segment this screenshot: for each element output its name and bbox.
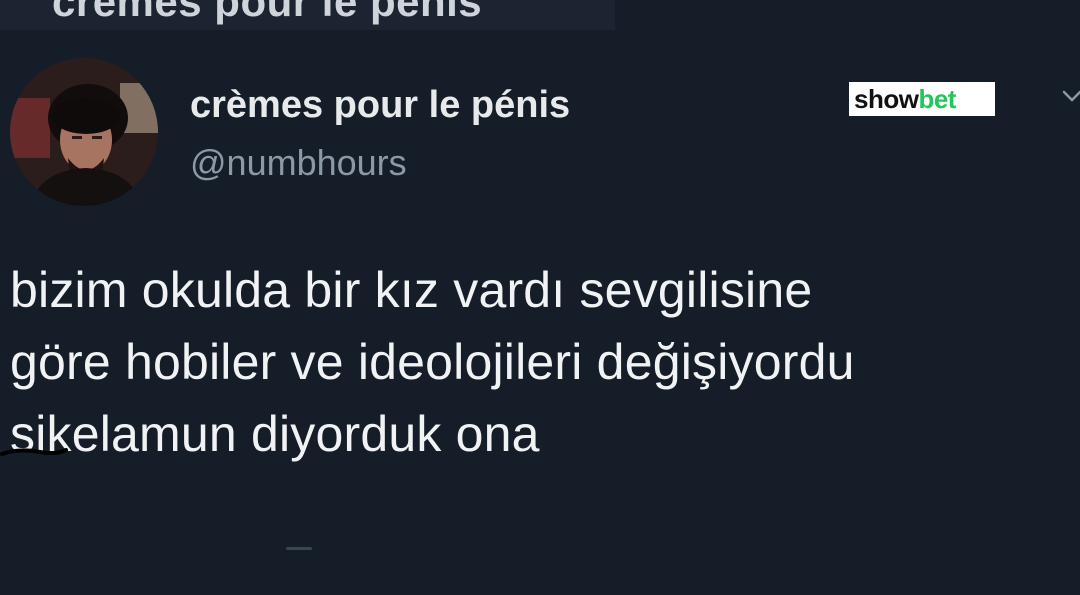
- chevron-down-icon[interactable]: [1060, 86, 1080, 106]
- showbet-logo: showbet: [854, 84, 957, 114]
- cropped-header-strip: crèmes pour le pénis: [0, 0, 615, 30]
- svg-text:showbet: showbet: [854, 84, 957, 114]
- cropped-header-text: crèmes pour le pénis: [52, 0, 483, 25]
- showbet-logo-part1: show: [854, 84, 920, 114]
- avatar[interactable]: [10, 58, 158, 206]
- user-handle[interactable]: @numbhours: [190, 142, 407, 184]
- divider-mark: [286, 547, 312, 550]
- scribble-mark: [0, 448, 68, 456]
- display-name[interactable]: crèmes pour le pénis: [190, 84, 570, 127]
- tweet-text: bizim okulda bir kız vardı sevgilisine g…: [10, 262, 855, 462]
- showbet-watermark: showbet: [849, 82, 995, 116]
- showbet-logo-part2: bet: [918, 84, 956, 114]
- avatar-image: [10, 58, 158, 206]
